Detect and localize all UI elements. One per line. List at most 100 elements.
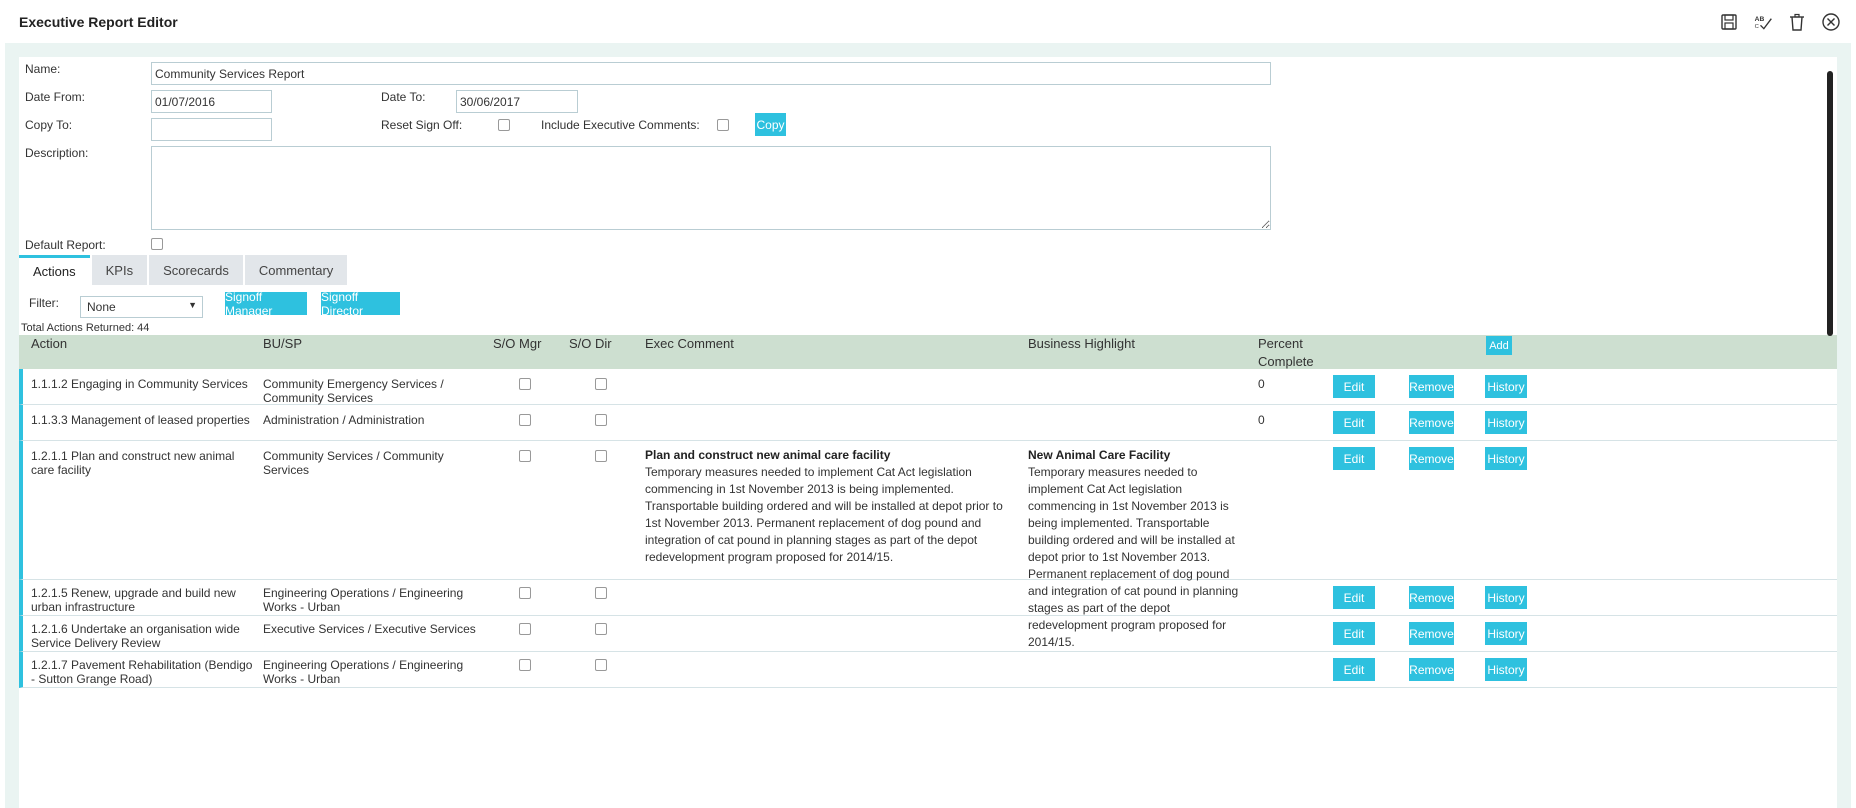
table-row: 1.2.1.6 Undertake an organisation wide S… bbox=[19, 616, 1837, 652]
remove-button[interactable]: Remove bbox=[1409, 447, 1454, 470]
reset-signoff-checkbox[interactable] bbox=[498, 119, 510, 131]
tab-bar: Actions KPIs Scorecards Commentary bbox=[19, 255, 349, 285]
tab-kpis[interactable]: KPIs bbox=[91, 255, 148, 285]
edit-button[interactable]: Edit bbox=[1333, 586, 1375, 609]
chevron-down-icon: ▼ bbox=[188, 300, 197, 310]
exec-comment-body: Temporary measures needed to implement C… bbox=[645, 465, 1003, 564]
editor-content: Name: Date From: Date To: Copy To: Reset… bbox=[19, 57, 1837, 808]
copy-to-input[interactable] bbox=[151, 118, 272, 141]
row-action: 1.2.1.7 Pavement Rehabilitation (Bendigo… bbox=[31, 658, 253, 686]
history-button[interactable]: History bbox=[1485, 411, 1527, 434]
reset-signoff-label: Reset Sign Off: bbox=[381, 118, 463, 132]
row-percent: 0 bbox=[1258, 377, 1265, 391]
row-action: 1.2.1.1 Plan and construct new animal ca… bbox=[31, 449, 235, 477]
svg-text:C: C bbox=[1755, 24, 1759, 30]
row-so-mgr-checkbox[interactable] bbox=[519, 659, 531, 671]
history-button[interactable]: History bbox=[1485, 375, 1527, 398]
edit-button[interactable]: Edit bbox=[1333, 375, 1375, 398]
filter-label: Filter: bbox=[29, 296, 59, 310]
date-from-input[interactable] bbox=[151, 90, 272, 113]
row-so-dir-checkbox[interactable] bbox=[595, 659, 607, 671]
header-exec-comment: Exec Comment bbox=[645, 336, 734, 351]
signoff-manager-button[interactable]: Signoff Manager bbox=[225, 290, 307, 318]
row-so-mgr-checkbox[interactable] bbox=[519, 623, 531, 635]
remove-button[interactable]: Remove bbox=[1409, 622, 1454, 645]
close-icon[interactable] bbox=[1818, 10, 1844, 34]
table-row: 1.2.1.5 Renew, upgrade and build new urb… bbox=[19, 580, 1837, 616]
add-button[interactable]: Add bbox=[1486, 336, 1512, 355]
history-button[interactable]: History bbox=[1485, 586, 1527, 609]
edit-button[interactable]: Edit bbox=[1333, 622, 1375, 645]
row-so-dir-checkbox[interactable] bbox=[595, 587, 607, 599]
include-exec-checkbox[interactable] bbox=[717, 119, 729, 131]
row-so-dir-checkbox[interactable] bbox=[595, 450, 607, 462]
remove-button[interactable]: Remove bbox=[1409, 375, 1454, 398]
row-so-mgr-checkbox[interactable] bbox=[519, 450, 531, 462]
row-busp: Engineering Operations / Engineering Wor… bbox=[263, 658, 464, 686]
edit-button[interactable]: Edit bbox=[1333, 658, 1375, 681]
spellcheck-icon[interactable]: AB C bbox=[1750, 10, 1776, 34]
row-action: 1.1.3.3 Management of leased properties bbox=[31, 413, 250, 427]
date-from-label: Date From: bbox=[25, 90, 86, 104]
header-action: Action bbox=[31, 336, 68, 351]
name-input[interactable] bbox=[151, 62, 1271, 85]
tab-actions[interactable]: Actions bbox=[19, 255, 90, 285]
date-to-label: Date To: bbox=[381, 90, 426, 104]
signoff-director-button[interactable]: Signoff Director bbox=[321, 290, 400, 318]
table-row: 1.2.1.1 Plan and construct new animal ca… bbox=[19, 441, 1837, 649]
business-highlight-title: New Animal Care Facility bbox=[1028, 448, 1171, 462]
history-button[interactable]: History bbox=[1485, 622, 1527, 645]
title-toolbar: AB C bbox=[1716, 10, 1844, 34]
description-label: Description: bbox=[25, 146, 89, 160]
row-action: 1.1.1.2 Engaging in Community Services bbox=[31, 377, 248, 391]
row-busp: Executive Services / Executive Services bbox=[263, 622, 476, 636]
svg-text:AB: AB bbox=[1755, 16, 1765, 23]
vertical-scrollbar[interactable] bbox=[1827, 71, 1833, 336]
header-business-highlight: Business Highlight bbox=[1028, 336, 1135, 351]
header-busp: BU/SP bbox=[263, 336, 303, 351]
row-so-dir-checkbox[interactable] bbox=[595, 378, 607, 390]
header-so-mgr: S/O Mgr bbox=[493, 336, 542, 351]
tab-scorecards[interactable]: Scorecards bbox=[149, 255, 243, 285]
trash-icon[interactable] bbox=[1784, 10, 1810, 34]
table-row: 1.1.3.3 Management of leased properties … bbox=[19, 405, 1837, 441]
row-so-mgr-checkbox[interactable] bbox=[519, 414, 531, 426]
exec-comment-title: Plan and construct new animal care facil… bbox=[645, 448, 891, 462]
row-so-mgr-checkbox[interactable] bbox=[519, 378, 531, 390]
row-busp: Community Services / Community Services bbox=[263, 449, 444, 477]
row-busp: Engineering Operations / Engineering Wor… bbox=[263, 586, 464, 614]
default-report-checkbox[interactable] bbox=[151, 238, 163, 250]
window-title: Executive Report Editor bbox=[19, 14, 178, 30]
row-exec-comment: Plan and construct new animal care facil… bbox=[645, 447, 1017, 566]
remove-button[interactable]: Remove bbox=[1409, 586, 1454, 609]
row-action: 1.2.1.6 Undertake an organisation wide S… bbox=[31, 622, 240, 650]
row-percent: 0 bbox=[1258, 413, 1265, 427]
row-so-dir-checkbox[interactable] bbox=[595, 623, 607, 635]
history-button[interactable]: History bbox=[1485, 447, 1527, 470]
edit-button[interactable]: Edit bbox=[1333, 447, 1375, 470]
table-row: 1.1.1.2 Engaging in Community Services C… bbox=[19, 369, 1837, 405]
edit-button[interactable]: Edit bbox=[1333, 411, 1375, 434]
remove-button[interactable]: Remove bbox=[1409, 411, 1454, 434]
row-busp: Administration / Administration bbox=[263, 413, 425, 427]
table-header: Action BU/SP S/O Mgr S/O Dir Exec Commen… bbox=[19, 335, 1837, 369]
default-report-label: Default Report: bbox=[25, 238, 106, 252]
header-so-dir: S/O Dir bbox=[569, 336, 612, 351]
editor-panel: Name: Date From: Date To: Copy To: Reset… bbox=[5, 43, 1851, 808]
row-so-dir-checkbox[interactable] bbox=[595, 414, 607, 426]
date-to-input[interactable] bbox=[456, 90, 578, 113]
row-so-mgr-checkbox[interactable] bbox=[519, 587, 531, 599]
copy-button[interactable]: Copy bbox=[755, 113, 786, 136]
filter-select[interactable]: None ▼ bbox=[80, 296, 203, 318]
title-bar: Executive Report Editor AB C bbox=[0, 0, 1856, 43]
row-busp: Community Emergency Services / Community… bbox=[263, 377, 444, 405]
history-button[interactable]: History bbox=[1485, 658, 1527, 681]
header-percent-complete: Percent Complete bbox=[1258, 336, 1314, 369]
copy-to-label: Copy To: bbox=[25, 118, 73, 132]
table-row: 1.2.1.7 Pavement Rehabilitation (Bendigo… bbox=[19, 652, 1837, 688]
include-exec-label: Include Executive Comments: bbox=[541, 118, 700, 132]
description-textarea[interactable] bbox=[151, 146, 1271, 230]
tab-commentary[interactable]: Commentary bbox=[244, 255, 348, 285]
save-icon[interactable] bbox=[1716, 10, 1742, 34]
remove-button[interactable]: Remove bbox=[1409, 658, 1454, 681]
